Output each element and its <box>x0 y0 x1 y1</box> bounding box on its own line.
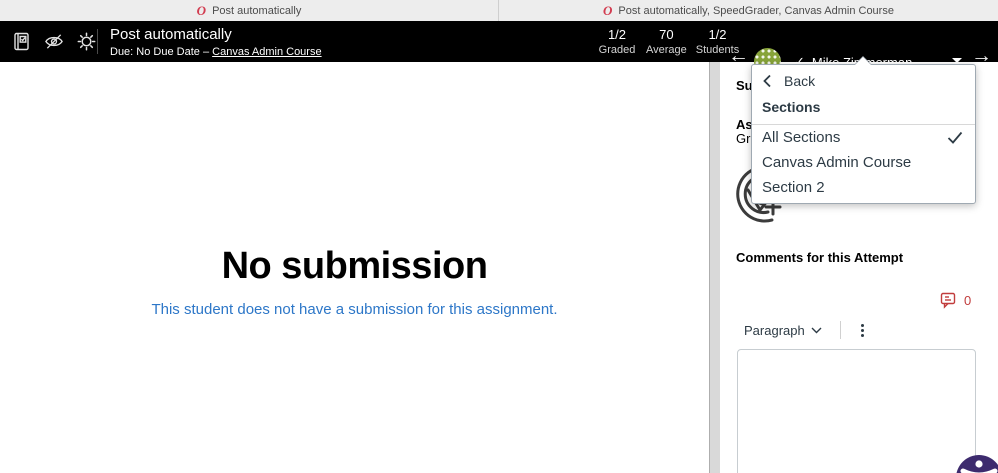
menu-item-all-sections[interactable]: All Sections <box>752 125 975 150</box>
menu-back-button[interactable]: Back <box>752 65 975 92</box>
paragraph-style-dropdown[interactable]: Paragraph <box>744 323 822 338</box>
grading-stats: 1/2 Graded 70 Average 1/2 Students <box>597 27 739 56</box>
canvas-favicon-icon: O <box>603 4 612 17</box>
browser-tab-2-title: Post automatically, SpeedGrader, Canvas … <box>618 5 894 17</box>
more-options-kebab-icon[interactable] <box>857 322 868 339</box>
accessibility-help-button[interactable] <box>956 455 998 473</box>
back-label: Back <box>784 73 815 89</box>
no-submission-title: No submission <box>222 245 488 288</box>
header-divider <box>97 29 98 54</box>
assignment-title: Post automatically <box>110 26 322 43</box>
comments-heading: Comments for this Attempt <box>736 250 903 265</box>
browser-tab-strip: O Post automatically O Post automaticall… <box>0 0 998 21</box>
browser-tab-2[interactable]: O Post automatically, SpeedGrader, Canva… <box>499 0 998 21</box>
gear-icon[interactable] <box>76 32 96 52</box>
submission-pane: No submission This student does not have… <box>0 62 709 473</box>
selected-check-icon <box>947 131 963 144</box>
due-date-text: Due: No Due Date <box>110 46 200 58</box>
chevron-down-icon <box>811 327 822 334</box>
comment-bubble-icon <box>940 292 957 309</box>
next-student-arrow-icon[interactable]: → <box>971 45 992 66</box>
speedgrader-window: O Post automatically O Post automaticall… <box>0 0 998 473</box>
pane-splitter[interactable] <box>709 62 720 473</box>
toolbar-divider <box>840 321 841 339</box>
gradebook-icon[interactable] <box>12 32 32 52</box>
browser-tab-1-title: Post automatically <box>212 5 301 17</box>
student-menu-caret-icon[interactable] <box>952 58 962 63</box>
no-submission-message: This student does not have a submission … <box>151 301 557 318</box>
browser-tab-1[interactable]: O Post automatically <box>0 0 499 21</box>
paragraph-label: Paragraph <box>744 323 805 338</box>
menu-item-section-2[interactable]: Section 2 <box>752 175 975 200</box>
stat-average: 70 Average <box>646 27 687 56</box>
sections-heading: Sections <box>752 92 975 124</box>
previous-student-arrow-icon[interactable]: ← <box>728 45 749 66</box>
menu-item-canvas-admin-course[interactable]: Canvas Admin Course <box>752 150 975 175</box>
stat-graded: 1/2 Graded <box>597 27 637 56</box>
course-link[interactable]: Canvas Admin Course <box>212 46 321 58</box>
accessibility-person-icon <box>956 455 998 473</box>
comment-count: 0 <box>964 293 971 308</box>
due-date-line: Due: No Due Date – Canvas Admin Course <box>110 46 322 58</box>
eye-off-icon[interactable] <box>44 32 64 52</box>
chevron-left-icon <box>762 74 772 88</box>
sections-dropdown-menu: Back Sections All Sections Canvas Admin … <box>751 64 976 204</box>
canvas-favicon-icon: O <box>197 4 206 17</box>
rce-toolbar: Paragraph <box>744 320 868 340</box>
comment-count-indicator: 0 <box>940 292 971 309</box>
speedgrader-header: Post automatically Due: No Due Date – Ca… <box>0 21 998 62</box>
comment-editor-textarea[interactable] <box>737 349 976 473</box>
